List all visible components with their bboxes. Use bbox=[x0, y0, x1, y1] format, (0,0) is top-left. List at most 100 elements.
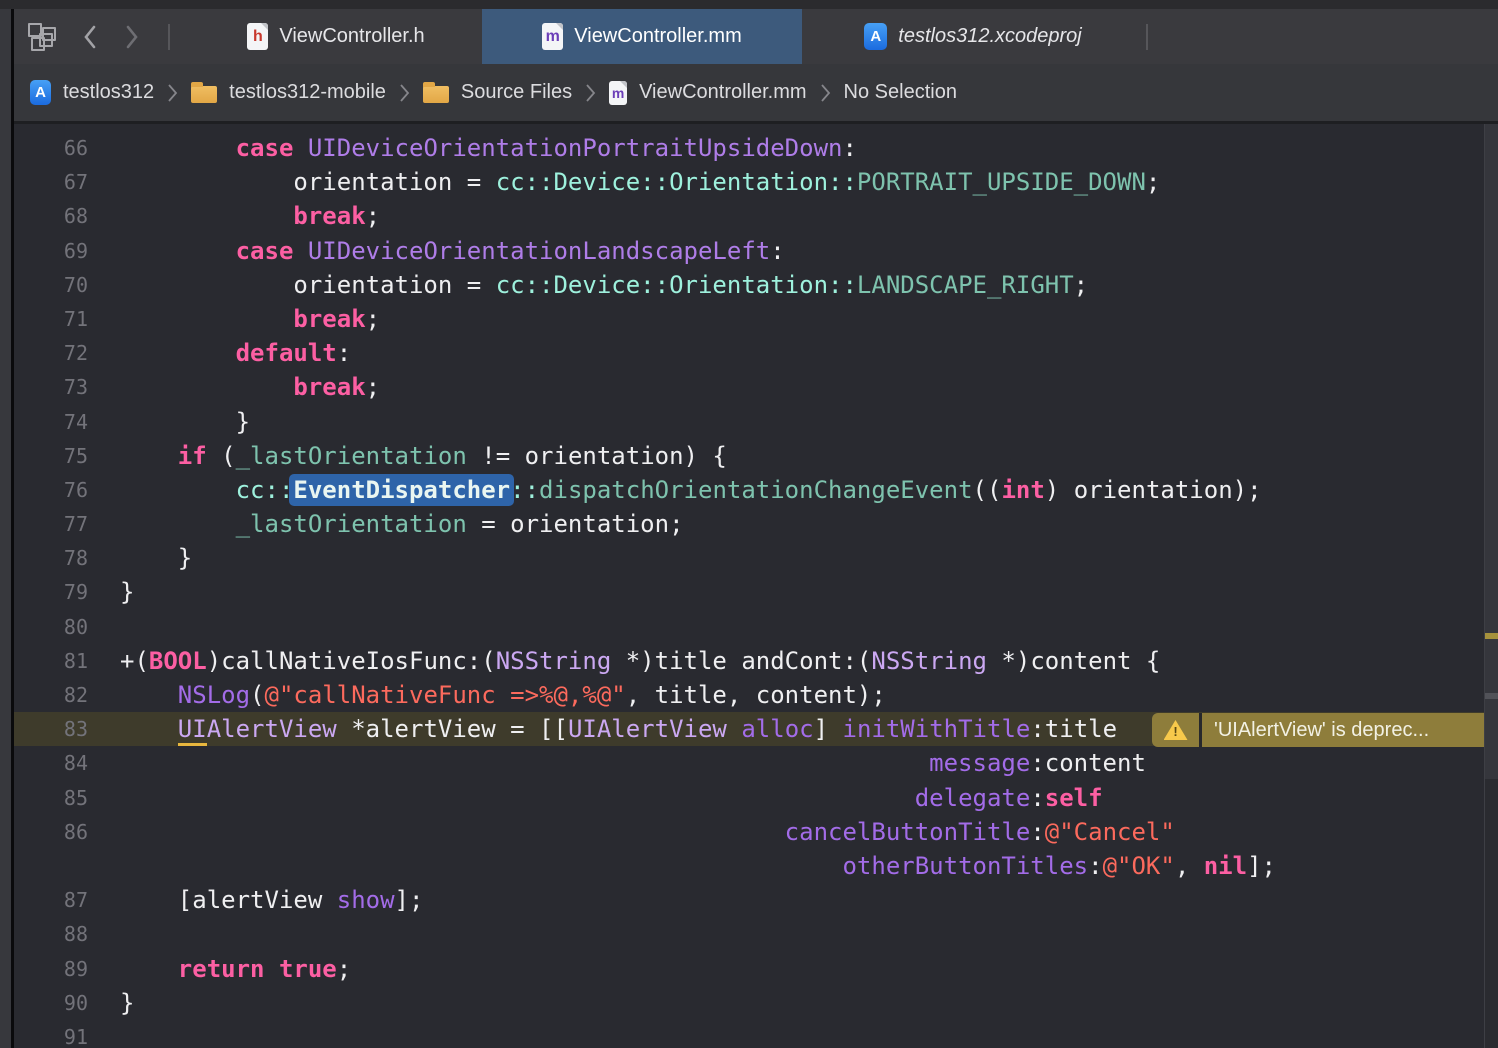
breadcrumb-item-file[interactable]: m ViewController.mm bbox=[609, 81, 806, 105]
line-number[interactable]: 83 bbox=[14, 712, 88, 746]
line-number[interactable]: 84 bbox=[14, 746, 88, 780]
line-number[interactable]: 75 bbox=[14, 439, 88, 473]
code-line[interactable]: 75 if (_lastOrientation != orientation) … bbox=[14, 439, 1498, 473]
line-number[interactable]: 74 bbox=[14, 405, 88, 439]
line-number[interactable]: 90 bbox=[14, 986, 88, 1020]
code-line[interactable]: 81+(BOOL)callNativeIosFunc:(NSString *)t… bbox=[14, 644, 1498, 678]
warning-icon-chip[interactable]: ! bbox=[1152, 713, 1202, 747]
line-number[interactable]: 88 bbox=[14, 917, 88, 951]
m-file-icon: m bbox=[609, 81, 627, 105]
tab-label: ViewController.h bbox=[279, 25, 424, 48]
line-number[interactable]: 91 bbox=[14, 1020, 88, 1048]
line-number[interactable]: 85 bbox=[14, 781, 88, 815]
code-line[interactable]: 66 case UIDeviceOrientationPortraitUpsid… bbox=[14, 131, 1498, 165]
breadcrumb-label: testlos312 bbox=[63, 81, 154, 104]
pane-split-divider[interactable] bbox=[11, 0, 14, 1048]
code-line[interactable]: 73 break; bbox=[14, 370, 1498, 404]
m-file-icon: m bbox=[542, 23, 563, 50]
line-number[interactable]: 72 bbox=[14, 336, 88, 370]
breadcrumb-item-selection[interactable]: No Selection bbox=[844, 81, 957, 104]
line-number[interactable]: 81 bbox=[14, 644, 88, 678]
line-number[interactable]: 77 bbox=[14, 507, 88, 541]
breadcrumb: A testlos312 testlos312-mobile Source Fi… bbox=[14, 64, 1498, 124]
tab-end-divider bbox=[1146, 24, 1148, 50]
breadcrumb-item-group[interactable]: testlos312-mobile bbox=[191, 81, 386, 104]
code-line[interactable]: 84 message:content bbox=[14, 746, 1498, 780]
h-file-icon: h bbox=[247, 23, 268, 50]
inline-warning-badge[interactable]: ! 'UIAlertView' is deprec... bbox=[1152, 713, 1498, 747]
line-number[interactable] bbox=[14, 849, 88, 883]
line-number[interactable]: 86 bbox=[14, 815, 88, 849]
line-number[interactable]: 66 bbox=[14, 131, 88, 165]
chevron-right-icon bbox=[167, 83, 178, 103]
code-line[interactable]: otherButtonTitles:@"OK", nil]; bbox=[14, 849, 1498, 883]
folder-icon bbox=[191, 86, 217, 103]
code-line[interactable]: 90} bbox=[14, 986, 1498, 1020]
line-number[interactable]: 80 bbox=[14, 610, 88, 644]
breadcrumb-label: ViewController.mm bbox=[639, 81, 806, 104]
tab-xcodeproj[interactable]: A testlos312.xcodeproj bbox=[802, 9, 1144, 64]
breadcrumb-label: testlos312-mobile bbox=[229, 81, 386, 104]
tab-label: testlos312.xcodeproj bbox=[898, 25, 1081, 48]
line-number[interactable]: 87 bbox=[14, 883, 88, 917]
chevron-right-icon bbox=[820, 83, 831, 103]
code-line[interactable]: 74 } bbox=[14, 405, 1498, 439]
code-area: 66 case UIDeviceOrientationPortraitUpsid… bbox=[14, 124, 1498, 1048]
code-line[interactable]: 89 return true; bbox=[14, 952, 1498, 986]
line-number[interactable]: 70 bbox=[14, 268, 88, 302]
code-line[interactable]: 70 orientation = cc::Device::Orientation… bbox=[14, 268, 1498, 302]
code-line[interactable]: 82 NSLog(@"callNativeFunc =>%@,%@", titl… bbox=[14, 678, 1498, 712]
warning-message[interactable]: 'UIAlertView' is deprec... bbox=[1202, 713, 1498, 747]
line-number[interactable]: 89 bbox=[14, 952, 88, 986]
line-number[interactable]: 73 bbox=[14, 370, 88, 404]
code-line[interactable]: 77 _lastOrientation = orientation; bbox=[14, 507, 1498, 541]
tab-label: ViewController.mm bbox=[574, 25, 741, 48]
code-line[interactable]: 67 orientation = cc::Device::Orientation… bbox=[14, 165, 1498, 199]
code-line[interactable]: 71 break; bbox=[14, 302, 1498, 336]
code-line[interactable]: 69 case UIDeviceOrientationLandscapeLeft… bbox=[14, 234, 1498, 268]
chevron-right-icon bbox=[585, 83, 596, 103]
line-number[interactable]: 76 bbox=[14, 473, 88, 507]
breadcrumb-item-project[interactable]: A testlos312 bbox=[30, 80, 154, 105]
line-number[interactable]: 79 bbox=[14, 575, 88, 609]
line-number[interactable]: 71 bbox=[14, 302, 88, 336]
line-number[interactable]: 67 bbox=[14, 165, 88, 199]
code-line[interactable]: 76 cc::EventDispatcher::dispatchOrientat… bbox=[14, 473, 1498, 507]
code-line[interactable]: 79} bbox=[14, 575, 1498, 609]
source-editor[interactable]: 66 case UIDeviceOrientationPortraitUpsid… bbox=[14, 124, 1498, 1048]
navigator-edge bbox=[0, 0, 11, 1048]
code-line[interactable]: 91 bbox=[14, 1020, 1498, 1048]
back-chevron-icon[interactable] bbox=[82, 24, 98, 50]
line-number[interactable]: 82 bbox=[14, 678, 88, 712]
code-line[interactable]: 86 cancelButtonTitle:@"Cancel" bbox=[14, 815, 1498, 849]
tab-viewcontroller-h[interactable]: h ViewController.h bbox=[190, 9, 482, 64]
window-top-strip bbox=[0, 0, 1498, 9]
forward-chevron-icon[interactable] bbox=[124, 24, 140, 50]
line-number[interactable]: 78 bbox=[14, 541, 88, 575]
xcodeproj-icon: A bbox=[30, 80, 51, 105]
vertical-scrollbar[interactable] bbox=[1484, 124, 1498, 1048]
line-number[interactable]: 69 bbox=[14, 234, 88, 268]
tab-overview-icon[interactable] bbox=[28, 23, 56, 51]
breadcrumb-label: Source Files bbox=[461, 81, 572, 104]
code-line[interactable]: 85 delegate:self bbox=[14, 781, 1498, 815]
folder-icon bbox=[423, 86, 449, 103]
tab-viewcontroller-mm[interactable]: m ViewController.mm bbox=[482, 9, 802, 64]
chevron-right-icon bbox=[399, 83, 410, 103]
code-line[interactable]: 87 [alertView show]; bbox=[14, 883, 1498, 917]
editor-nav-controls bbox=[14, 9, 190, 64]
code-line[interactable]: 78 } bbox=[14, 541, 1498, 575]
code-line[interactable]: 72 default: bbox=[14, 336, 1498, 370]
neutral-scroll-mark bbox=[1485, 693, 1498, 699]
xcodeproj-icon: A bbox=[864, 23, 887, 50]
line-number[interactable]: 68 bbox=[14, 199, 88, 233]
xcode-window: h ViewController.h m ViewController.mm A… bbox=[0, 0, 1498, 1048]
code-line[interactable]: 88 bbox=[14, 917, 1498, 951]
code-line[interactable]: 68 break; bbox=[14, 199, 1498, 233]
toolbar-divider bbox=[168, 24, 170, 50]
code-line[interactable]: 80 bbox=[14, 610, 1498, 644]
breadcrumb-item-sourcefiles[interactable]: Source Files bbox=[423, 81, 572, 104]
warning-scroll-mark bbox=[1485, 633, 1498, 639]
breadcrumb-label: No Selection bbox=[844, 81, 957, 104]
scrollbar-thumb[interactable] bbox=[1485, 124, 1498, 779]
